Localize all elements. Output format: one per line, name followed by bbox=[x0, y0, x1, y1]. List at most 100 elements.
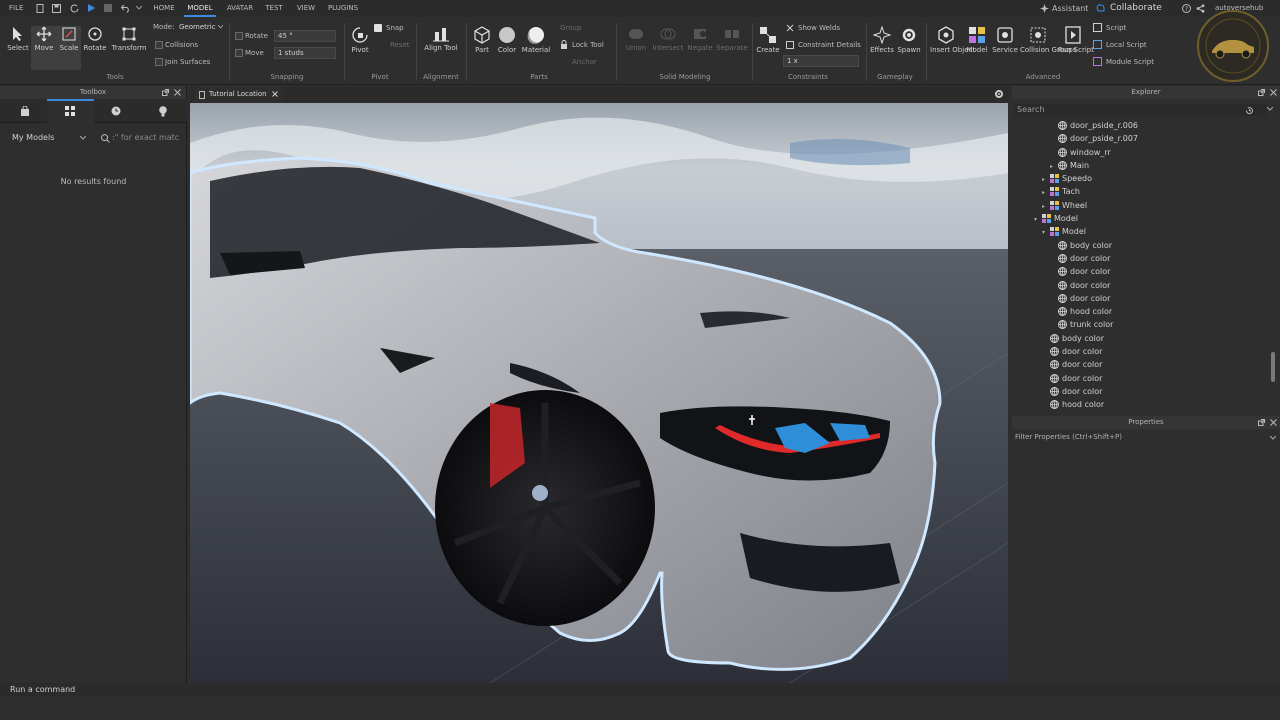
color-button[interactable]: Color bbox=[495, 26, 519, 54]
3d-viewport[interactable]: Tutorial Location bbox=[190, 86, 1008, 683]
move-snap-input[interactable]: 1 studs bbox=[274, 47, 336, 59]
settings-gear-icon[interactable] bbox=[994, 89, 1004, 99]
service-button[interactable]: Service bbox=[991, 26, 1019, 54]
play-icon[interactable] bbox=[87, 3, 96, 13]
tree-item-meshpart[interactable]: door color bbox=[1012, 385, 1268, 398]
script-button[interactable]: Script bbox=[1106, 24, 1126, 32]
tree-item-meshpart[interactable]: door color bbox=[1012, 252, 1268, 265]
chevron-down-icon[interactable] bbox=[1267, 107, 1273, 111]
chevron-down-icon[interactable] bbox=[1270, 436, 1276, 440]
collaborate-button[interactable]: Collaborate bbox=[1110, 3, 1162, 13]
effects-button[interactable]: Effects bbox=[869, 26, 895, 54]
explorer-scrollbar[interactable] bbox=[1271, 352, 1275, 382]
material-button[interactable]: Material bbox=[520, 26, 552, 54]
tree-item-meshpart[interactable]: door color bbox=[1012, 372, 1268, 385]
mode-dropdown[interactable]: Geometric bbox=[179, 23, 216, 31]
popout-icon[interactable] bbox=[1258, 419, 1265, 426]
negate-button[interactable]: Negate bbox=[686, 26, 714, 52]
module-script-button[interactable]: Module Script bbox=[1106, 58, 1154, 66]
tab-view[interactable]: VIEW bbox=[292, 0, 320, 17]
tree-expand-caret-icon[interactable]: ▾ bbox=[1034, 213, 1042, 226]
category-dropdown[interactable]: My Models bbox=[6, 130, 90, 146]
transform-tool-button[interactable]: Transform bbox=[110, 26, 148, 52]
show-welds-button[interactable]: Show Welds bbox=[798, 24, 840, 32]
insert-object-button[interactable]: Insert Object bbox=[930, 26, 975, 55]
separate-button[interactable]: Separate bbox=[715, 26, 749, 52]
popout-icon[interactable] bbox=[162, 89, 169, 96]
move-snap-checkbox[interactable] bbox=[235, 49, 243, 57]
close-icon[interactable] bbox=[1270, 89, 1277, 96]
constraint-details-button[interactable]: Constraint Details bbox=[798, 41, 861, 49]
model-button[interactable]: Model bbox=[964, 26, 990, 54]
lock-tool-button[interactable]: Lock Tool bbox=[572, 41, 604, 49]
tab-home[interactable]: HOME bbox=[147, 0, 181, 17]
tree-item-meshpart[interactable]: door color bbox=[1012, 345, 1268, 358]
move-tool-button[interactable]: Move bbox=[31, 26, 57, 70]
align-tool-button[interactable]: Align Tool bbox=[422, 26, 460, 53]
tree-item-meshpart[interactable]: door color bbox=[1012, 292, 1268, 305]
help-icon[interactable]: ? bbox=[1182, 4, 1191, 13]
collaborate-icon[interactable] bbox=[1096, 3, 1106, 13]
tree-item-model[interactable]: ▸ Wheel bbox=[1012, 199, 1268, 212]
command-bar[interactable]: Run a command bbox=[0, 683, 1280, 697]
constraint-scale-input[interactable]: 1 x bbox=[783, 55, 859, 67]
undo-icon[interactable] bbox=[121, 4, 131, 13]
refresh-icon[interactable] bbox=[70, 4, 79, 13]
rotate-snap-checkbox[interactable] bbox=[235, 32, 243, 40]
close-icon[interactable] bbox=[174, 89, 181, 96]
tree-expand-caret-icon[interactable]: ▸ bbox=[1042, 173, 1050, 186]
history-icon[interactable] bbox=[1245, 106, 1254, 115]
tree-item-meshpart[interactable]: body color bbox=[1012, 239, 1268, 252]
group-parts-button[interactable]: Group bbox=[560, 24, 581, 32]
tree-item-meshpart[interactable]: door_pside_r.006 bbox=[1012, 119, 1268, 132]
tab-model[interactable]: MODEL bbox=[184, 0, 216, 17]
explorer-search-input[interactable]: Search bbox=[1014, 104, 1266, 116]
tree-item-meshpart[interactable]: door color bbox=[1012, 265, 1268, 278]
part-button[interactable]: Part bbox=[470, 26, 494, 54]
pivot-button[interactable]: Pivot bbox=[348, 26, 372, 54]
tree-item-model[interactable]: ▸ Tach bbox=[1012, 185, 1268, 198]
tree-item-meshpart[interactable]: ▸ Main bbox=[1012, 159, 1268, 172]
union-button[interactable]: Union bbox=[622, 26, 650, 52]
tree-item-meshpart[interactable]: hood color bbox=[1012, 305, 1268, 318]
filter-properties-input[interactable]: Filter Properties (Ctrl+Shift+P) bbox=[1014, 431, 1270, 443]
rotate-snap-input[interactable]: 45 ° bbox=[274, 30, 336, 42]
tree-item-meshpart[interactable]: body color bbox=[1012, 332, 1268, 345]
save-icon[interactable] bbox=[52, 4, 61, 13]
local-script-button[interactable]: Local Script bbox=[1106, 41, 1147, 49]
tree-item-model[interactable]: ▾ Model bbox=[1012, 225, 1268, 238]
spawn-button[interactable]: Spawn bbox=[896, 26, 922, 54]
tree-item-model[interactable]: ▾ Model bbox=[1012, 212, 1268, 225]
close-tab-icon[interactable] bbox=[272, 91, 278, 97]
scene-render[interactable] bbox=[190, 103, 1008, 683]
assistant-icon[interactable] bbox=[1040, 4, 1049, 13]
clock-icon[interactable] bbox=[111, 106, 121, 116]
close-icon[interactable] bbox=[1270, 419, 1277, 426]
tab-avatar[interactable]: AVATAR bbox=[222, 0, 258, 17]
tree-item-meshpart[interactable]: door color bbox=[1012, 358, 1268, 371]
tree-expand-caret-icon[interactable]: ▾ bbox=[1042, 226, 1050, 239]
tree-item-meshpart[interactable]: door color bbox=[1012, 279, 1268, 292]
rotate-tool-button[interactable]: Rotate bbox=[82, 26, 108, 52]
file-menu[interactable]: FILE bbox=[9, 4, 23, 12]
select-tool-button[interactable]: Select bbox=[4, 26, 32, 52]
new-icon[interactable] bbox=[36, 4, 44, 13]
tree-item-model[interactable]: ▸ Speedo bbox=[1012, 172, 1268, 185]
command-input[interactable]: Run a command bbox=[10, 685, 75, 694]
snap-checkbox[interactable] bbox=[374, 24, 382, 32]
tab-tutorial-location[interactable]: Tutorial Location bbox=[195, 86, 283, 103]
tree-expand-caret-icon[interactable]: ▸ bbox=[1042, 200, 1050, 213]
scale-tool-button[interactable]: Scale bbox=[57, 26, 81, 70]
tree-item-meshpart[interactable]: door_pside_r.007 bbox=[1012, 132, 1268, 145]
toolbox-search-input[interactable]: :" for exact matc bbox=[112, 130, 182, 146]
tree-expand-caret-icon[interactable]: ▸ bbox=[1042, 186, 1050, 199]
inventory-bag-icon[interactable] bbox=[20, 106, 30, 116]
reset-pivot-button[interactable]: Reset bbox=[390, 41, 410, 49]
join-surfaces-checkbox[interactable] bbox=[155, 58, 163, 66]
lightbulb-icon[interactable] bbox=[158, 106, 168, 117]
tab-plugins[interactable]: PLUGINS bbox=[324, 0, 362, 17]
collision-groups-button[interactable]: Collision Groups bbox=[1020, 26, 1077, 55]
undo-dropdown-icon[interactable] bbox=[136, 5, 142, 10]
tree-item-meshpart[interactable]: window_rr bbox=[1012, 146, 1268, 159]
popout-icon[interactable] bbox=[1258, 89, 1265, 96]
